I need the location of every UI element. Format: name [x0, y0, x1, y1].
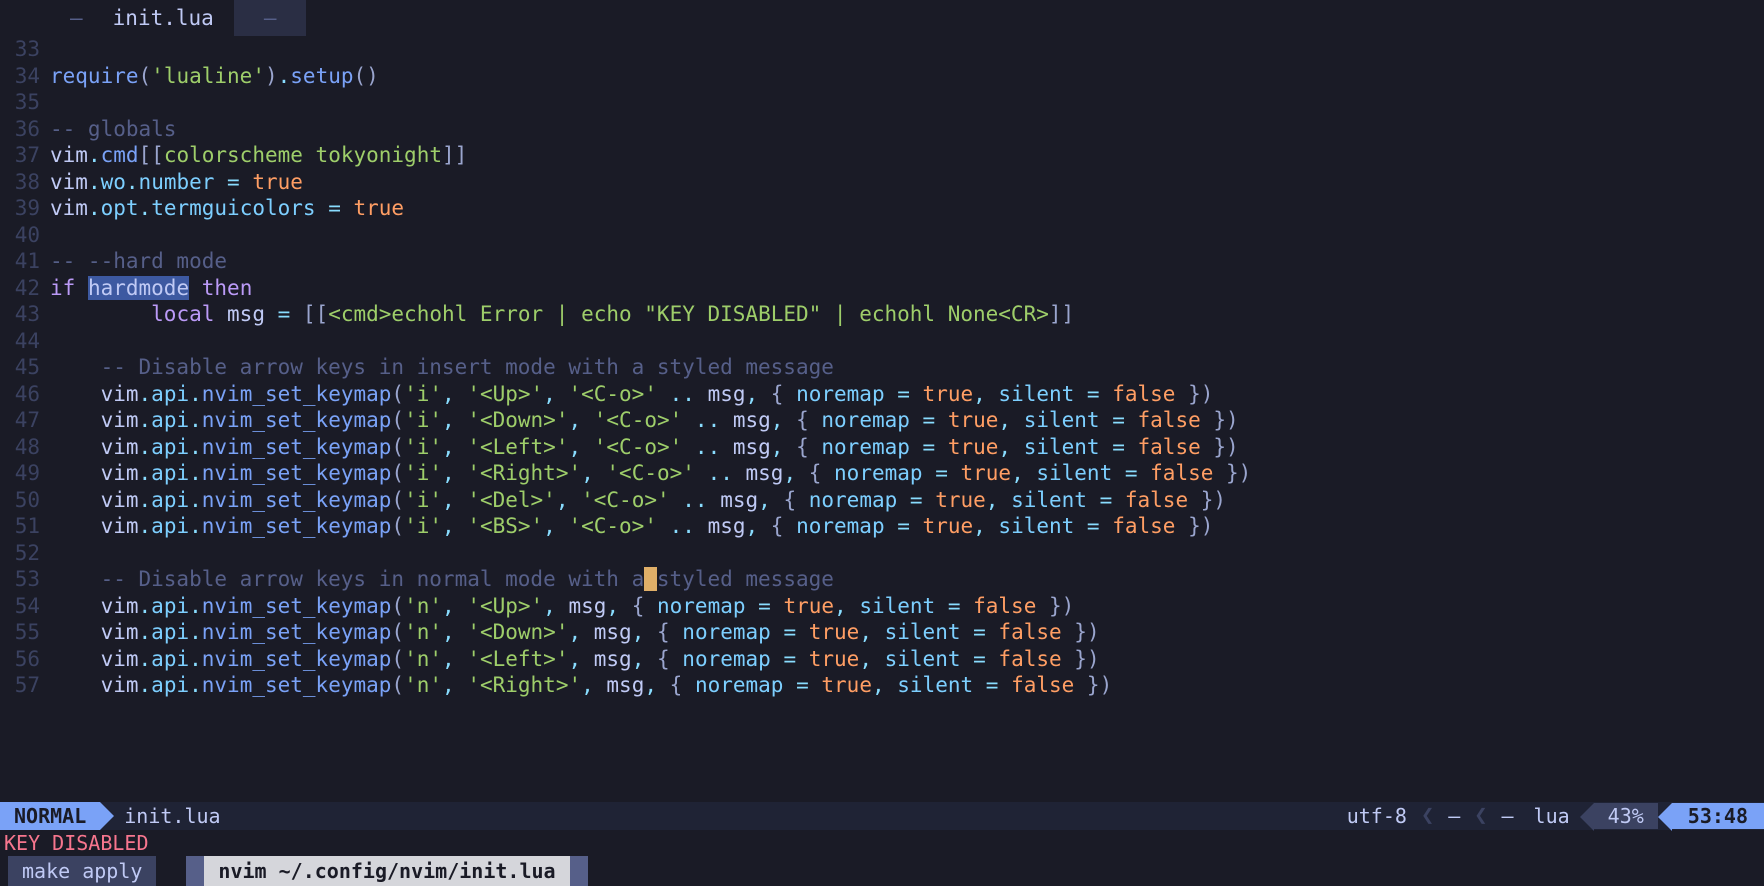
code-line[interactable]: if hardmode then: [50, 275, 1764, 302]
mode-indicator: NORMAL: [0, 802, 100, 830]
chevron-left-icon: ❮: [1417, 803, 1438, 830]
line-number: 40: [0, 222, 40, 249]
code-line[interactable]: -- Disable arrow keys in insert mode wit…: [50, 354, 1764, 381]
line-number: 38: [0, 169, 40, 196]
line-number: 43: [0, 301, 40, 328]
code-line[interactable]: vim.cmd[[colorscheme tokyonight]]: [50, 142, 1764, 169]
line-number: 56: [0, 646, 40, 673]
line-number: 36: [0, 116, 40, 143]
code-line[interactable]: local msg = [[<cmd>echohl Error | echo "…: [50, 301, 1764, 328]
code-line[interactable]: -- --hard mode: [50, 248, 1764, 275]
line-number: 39: [0, 195, 40, 222]
tmux-bar: make apply nvim ~/.config/nvim/init.lua: [0, 856, 1764, 886]
code-area[interactable]: require('lualine').setup()-- globalsvim.…: [48, 36, 1764, 802]
message-line: KEY DISABLED: [0, 830, 1764, 856]
line-number-gutter: 3334353637383940414243444546474849505152…: [0, 36, 48, 802]
code-line[interactable]: vim.api.nvim_set_keymap('n', '<Up>', msg…: [50, 593, 1764, 620]
code-line[interactable]: [50, 540, 1764, 567]
statusline-position: 53:48: [1672, 803, 1764, 830]
code-line[interactable]: vim.api.nvim_set_keymap('i', '<BS>', '<C…: [50, 513, 1764, 540]
line-number: 48: [0, 434, 40, 461]
line-number: 45: [0, 354, 40, 381]
statusline-filetype: lua: [1524, 803, 1580, 830]
statusline-filename: init.lua: [100, 802, 240, 830]
tab-empty[interactable]: —: [234, 0, 307, 36]
line-number: 52: [0, 540, 40, 567]
code-line[interactable]: -- globals: [50, 116, 1764, 143]
statusline-sep: —: [1438, 803, 1470, 830]
code-line[interactable]: [50, 89, 1764, 116]
statusline-encoding: utf-8: [1337, 803, 1417, 830]
line-number: 46: [0, 381, 40, 408]
line-number: 34: [0, 63, 40, 90]
tabline: — init.lua —: [0, 0, 1764, 36]
code-line[interactable]: require('lualine').setup(): [50, 63, 1764, 90]
code-line[interactable]: vim.api.nvim_set_keymap('n', '<Down>', m…: [50, 619, 1764, 646]
line-number: 47: [0, 407, 40, 434]
line-number: 41: [0, 248, 40, 275]
line-number: 42: [0, 275, 40, 302]
statusline-sep2: —: [1491, 803, 1523, 830]
code-line[interactable]: [50, 222, 1764, 249]
line-number: 51: [0, 513, 40, 540]
line-number: 37: [0, 142, 40, 169]
line-number: 33: [0, 36, 40, 63]
code-line[interactable]: -- Disable arrow keys in normal mode wit…: [50, 566, 1764, 593]
tab-sep-right: —: [254, 5, 287, 32]
line-number: 49: [0, 460, 40, 487]
line-number: 55: [0, 619, 40, 646]
code-line[interactable]: vim.api.nvim_set_keymap('i', '<Right>', …: [50, 460, 1764, 487]
code-line[interactable]: vim.wo.number = true: [50, 169, 1764, 196]
code-line[interactable]: [50, 328, 1764, 355]
code-line[interactable]: [50, 36, 1764, 63]
code-line[interactable]: vim.api.nvim_set_keymap('i', '<Left>', '…: [50, 434, 1764, 461]
editor[interactable]: 3334353637383940414243444546474849505152…: [0, 36, 1764, 802]
line-number: 57: [0, 672, 40, 699]
chevron-left-icon: ❮: [1470, 803, 1491, 830]
tmux-window-2-active[interactable]: nvim ~/.config/nvim/init.lua: [204, 856, 569, 886]
code-line[interactable]: vim.api.nvim_set_keymap('i', '<Del>', '<…: [50, 487, 1764, 514]
line-number: 53: [0, 566, 40, 593]
tmux-window-1[interactable]: make apply: [8, 856, 156, 886]
statusline: NORMAL init.lua utf-8 ❮ — ❮ — lua 43% 53…: [0, 802, 1764, 830]
code-line[interactable]: vim.opt.termguicolors = true: [50, 195, 1764, 222]
line-number: 44: [0, 328, 40, 355]
line-number: 50: [0, 487, 40, 514]
code-line[interactable]: vim.api.nvim_set_keymap('i', '<Up>', '<C…: [50, 381, 1764, 408]
line-number: 35: [0, 89, 40, 116]
tab-init-lua[interactable]: init.lua: [93, 0, 234, 36]
statusline-percent: 43%: [1594, 803, 1658, 830]
code-line[interactable]: vim.api.nvim_set_keymap('n', '<Right>', …: [50, 672, 1764, 699]
line-number: 54: [0, 593, 40, 620]
code-line[interactable]: vim.api.nvim_set_keymap('i', '<Down>', '…: [50, 407, 1764, 434]
tab-sep-left: —: [60, 5, 93, 32]
code-line[interactable]: vim.api.nvim_set_keymap('n', '<Left>', m…: [50, 646, 1764, 673]
